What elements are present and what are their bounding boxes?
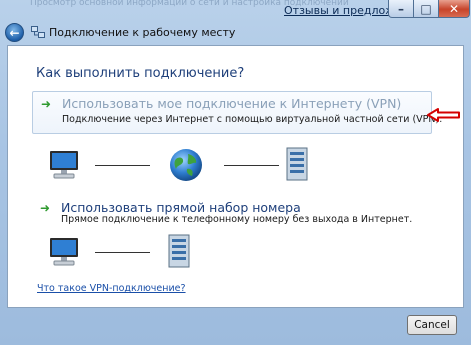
close-button[interactable]: ✕ (438, 0, 470, 18)
window-frame: Просмотр основной информации о сети и на… (0, 0, 471, 345)
maximize-icon: □ (420, 1, 432, 16)
server-tower-icon (286, 147, 308, 181)
globe-icon (170, 149, 202, 181)
vpn-diagram (48, 147, 388, 181)
red-arrow-annotation (427, 108, 460, 122)
green-arrow-icon: ➜ (40, 201, 51, 215)
back-arrow-icon: ← (9, 25, 20, 40)
minimize-button[interactable]: – (388, 0, 414, 18)
vpn-option-description: Подключение через Интернет с помощью вир… (62, 114, 443, 125)
connection-line (95, 252, 150, 253)
vpn-help-link[interactable]: Что такое VPN-подключение? (37, 283, 186, 294)
server-tower-icon (168, 234, 190, 268)
maximize-button[interactable]: □ (413, 0, 439, 18)
wizard-content: Как выполнить подключение? ➜ Использоват… (7, 45, 464, 308)
title-bar: Просмотр основной информации о сети и на… (0, 0, 471, 44)
network-place-icon (31, 26, 45, 38)
dialup-option-title: Использовать прямой набор номера (61, 200, 301, 215)
window-title: Подключение к рабочему месту (49, 26, 236, 39)
cancel-button[interactable]: Cancel (407, 315, 457, 335)
minimize-icon: – (398, 1, 404, 16)
close-icon: ✕ (448, 1, 460, 16)
back-button[interactable]: ← (5, 23, 24, 42)
dialup-option-description: Прямое подключение к телефонному номеру … (61, 214, 413, 225)
connection-line (224, 165, 279, 166)
computer-monitor-icon (50, 151, 78, 179)
dialup-option[interactable]: ➜ Использовать прямой набор номера Прямо… (32, 196, 432, 225)
vpn-option[interactable]: ➜ Использовать мое подключение к Интерне… (32, 91, 442, 134)
connection-line (95, 165, 150, 166)
page-heading: Как выполнить подключение? (36, 66, 245, 81)
green-arrow-icon: ➜ (41, 97, 52, 111)
computer-monitor-icon (50, 238, 78, 266)
dialup-diagram (48, 234, 248, 268)
vpn-option-title: Использовать мое подключение к Интернету… (62, 96, 402, 111)
